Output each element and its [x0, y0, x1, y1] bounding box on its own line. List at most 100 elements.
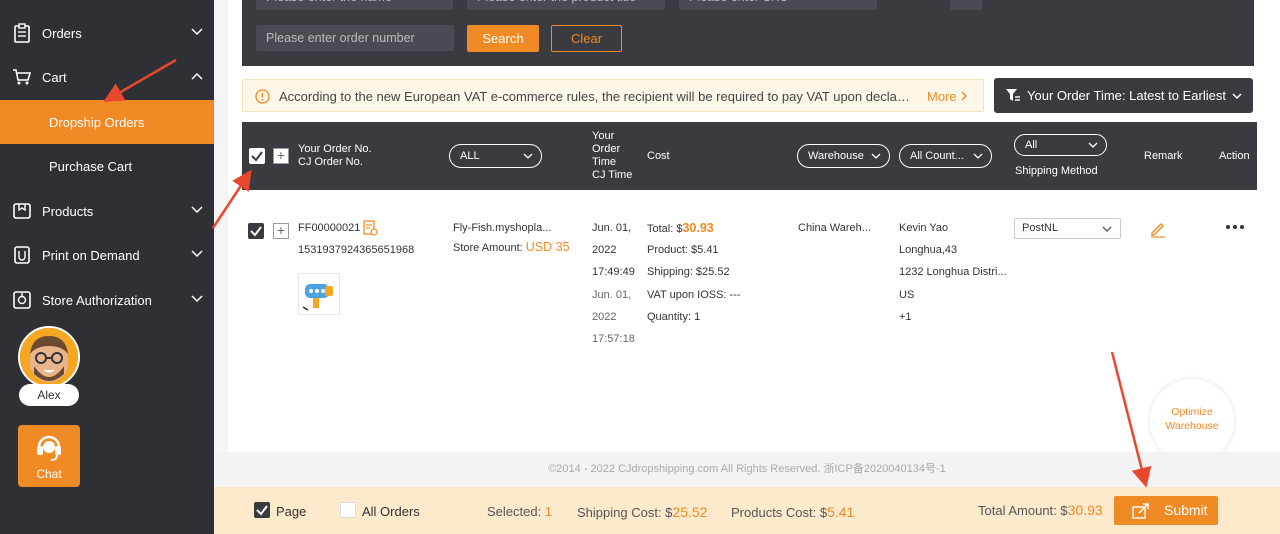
chevron-down-icon [191, 206, 203, 214]
order-date: Jun. 01, [592, 222, 632, 234]
sidebar: Orders Cart Dropship Orders Purchase Car… [0, 0, 214, 534]
select-all-checkbox[interactable] [249, 148, 265, 164]
sku-input[interactable]: Please enter SKU [679, 0, 877, 10]
filter-panel: Please enter the name Please enter the p… [242, 0, 1254, 66]
header-action: Action [1219, 150, 1250, 162]
edit-remark-icon[interactable] [1149, 220, 1167, 238]
copyright: ©2014 - 2022 CJdropshipping.com All Righ… [214, 452, 1280, 486]
order-year: 2022 [592, 244, 617, 256]
sidebar-item-label: Products [42, 203, 94, 219]
shipping-cost: Shipping: $25.52 [647, 266, 730, 278]
clipboard-icon [12, 23, 32, 43]
expand-row-button[interactable]: + [273, 223, 289, 239]
chevron-down-icon [1102, 226, 1112, 232]
header-cj-order-no: CJ Order No. [298, 156, 363, 168]
submit-icon [1132, 503, 1149, 519]
cj-date: Jun. 01, [592, 289, 632, 301]
more-actions-icon[interactable] [1225, 224, 1245, 230]
order-time: 17:49:49 [592, 266, 635, 278]
products-cost-label: Products Cost: $ [731, 505, 828, 520]
bottom-bar: Page All Orders Selected: 1 Shipping Cos… [214, 487, 1280, 534]
warehouse-filter-select[interactable]: Warehouse [797, 144, 890, 168]
table-header: + Your Order No. CJ Order No. ALL Your O… [242, 122, 1257, 190]
country-filter-select[interactable]: All Count... [899, 144, 992, 168]
order-detail-icon[interactable] [362, 220, 378, 236]
header-order-time-1: Your [592, 130, 615, 142]
quantity: Quantity: 1 [647, 311, 701, 323]
sidebar-subitem-purchase-cart[interactable]: Purchase Cart [0, 144, 214, 188]
store-filter-value: ALL [460, 150, 480, 162]
page-checkbox[interactable] [254, 502, 270, 518]
row-checkbox[interactable] [248, 223, 264, 239]
store-name: Fly-Fish.myshopla... [453, 222, 552, 234]
header-cj-time: CJ Time [592, 169, 633, 181]
expand-all-button[interactable]: + [273, 148, 289, 164]
store-filter-select[interactable]: ALL [449, 144, 542, 168]
submit-button[interactable]: Submit [1114, 496, 1218, 525]
shipping-cost-label: Shipping Cost: $ [577, 505, 673, 520]
info-icon [255, 89, 270, 104]
header-cost: Cost [647, 150, 670, 162]
sidebar-item-label: Orders [42, 25, 82, 41]
store-icon [12, 290, 32, 310]
search-button[interactable]: Search [467, 25, 539, 52]
chevron-up-icon [191, 72, 203, 80]
sidebar-item-cart[interactable]: Cart [0, 55, 214, 99]
optimize-warehouse-button[interactable]: Optimize Warehouse [1150, 379, 1234, 463]
scan-button[interactable] [950, 0, 982, 10]
country-filter-value: All Count... [910, 150, 964, 162]
optimize-line-1: Optimize [1171, 406, 1213, 418]
country: US [899, 289, 915, 301]
header-order-no: Your Order No. [298, 143, 372, 155]
sidebar-item-print-on-demand[interactable]: Print on Demand [0, 233, 214, 277]
product-image-icon [302, 284, 333, 311]
check-icon [250, 226, 262, 237]
print-icon [12, 245, 32, 265]
table-row: + FF00000021 1531937924365651968 Fly-Fis… [242, 199, 1257, 359]
shipping-method-select[interactable]: PostNL [1014, 218, 1121, 239]
chat-button[interactable]: Chat [18, 425, 80, 487]
sidebar-item-products[interactable]: Products [0, 189, 214, 233]
store-amount-value: USD 35 [525, 240, 570, 254]
chevron-down-icon [523, 153, 533, 159]
headset-icon [37, 435, 61, 461]
sort-label: Your Order Time: Latest to Earliest [1027, 88, 1226, 103]
notice-text: According to the new European VAT e-comm… [279, 89, 911, 104]
sidebar-item-store-authorization[interactable]: Store Authorization [0, 278, 214, 322]
store-amount: Store Amount: USD 35 [453, 240, 570, 254]
product-thumbnail[interactable] [298, 273, 340, 315]
sort-select[interactable]: Your Order Time: Latest to Earliest [994, 78, 1253, 113]
sidebar-item-label: Print on Demand [42, 247, 140, 263]
optimize-line-2: Warehouse [1165, 420, 1219, 432]
cj-order-number: 1531937924365651968 [298, 244, 415, 256]
chevron-down-icon [191, 295, 203, 303]
sidebar-item-orders[interactable]: Orders [0, 11, 214, 55]
shipping-filter-select[interactable]: All [1014, 134, 1107, 156]
avatar[interactable] [18, 326, 80, 388]
products-cost-total: Products Cost: $5.41 [731, 504, 854, 520]
sidebar-subitem-dropship-orders[interactable]: Dropship Orders [0, 100, 214, 144]
cj-time: 17:57:18 [592, 333, 635, 345]
header-remark: Remark [1144, 150, 1183, 162]
selected-count: Selected: 1 [487, 504, 552, 519]
box-icon [12, 201, 32, 221]
notice-more-link[interactable]: More [927, 89, 968, 104]
submit-label: Submit [1164, 502, 1208, 518]
cart-icon [12, 67, 32, 87]
address-line-1: Longhua,43 [899, 244, 958, 256]
avatar-face-icon [20, 328, 78, 386]
clear-button[interactable]: Clear [551, 25, 622, 52]
selected-value: 1 [544, 504, 553, 519]
name-input[interactable]: Please enter the name [256, 0, 453, 10]
vat-notice: According to the new European VAT e-comm… [242, 79, 984, 112]
total-cost-label: Total: $ [647, 223, 683, 235]
shipping-cost-value: 25.52 [672, 504, 708, 520]
product-title-input[interactable]: Please enter the product title [467, 0, 665, 10]
user-name: Alex [19, 384, 79, 406]
all-orders-checkbox[interactable] [340, 502, 356, 518]
total-cost: Total: $30.93 [647, 221, 714, 235]
total-amount-value: 30.93 [1067, 502, 1103, 518]
order-number-input[interactable]: Please enter order number [256, 25, 454, 51]
sidebar-item-label: Cart [42, 69, 67, 85]
vat-cost: VAT upon IOSS: --- [647, 289, 741, 301]
